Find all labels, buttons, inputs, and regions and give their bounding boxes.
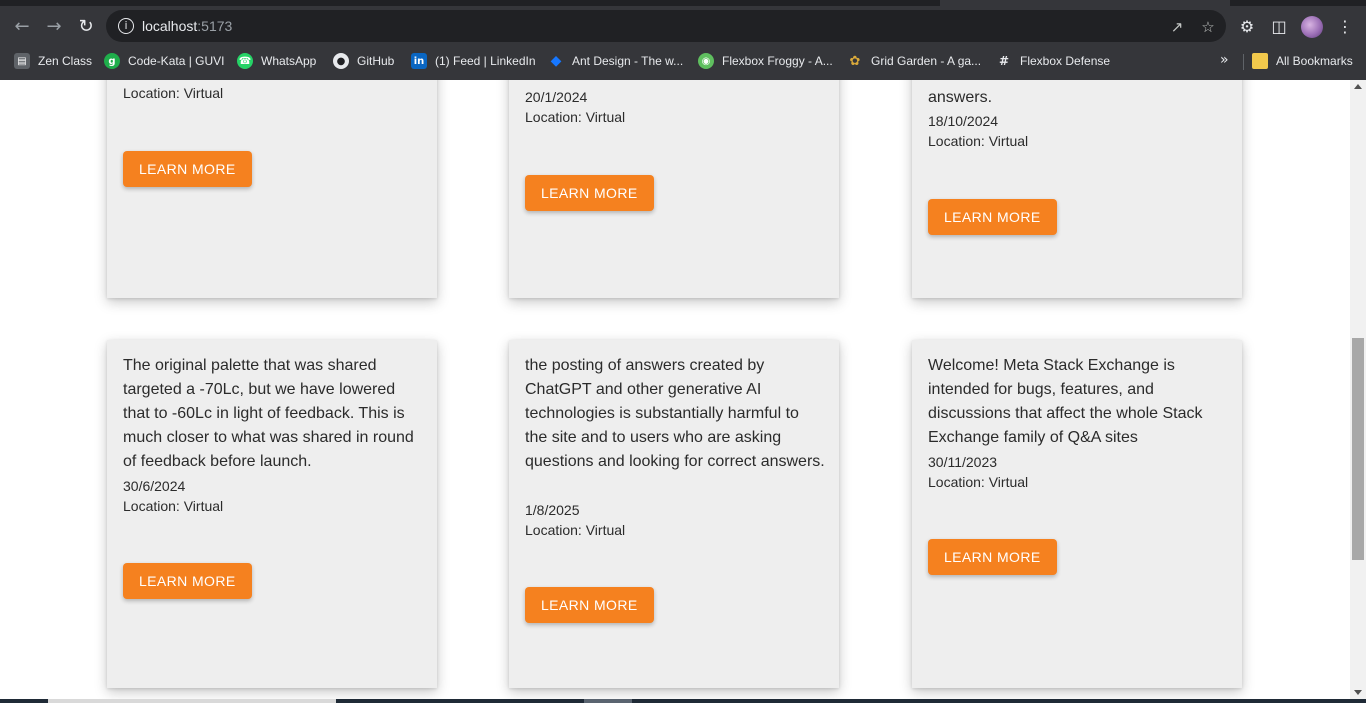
- event-location: Location: Virtual: [525, 109, 626, 125]
- event-date: 30/6/2024: [123, 478, 186, 494]
- side-panel-icon[interactable]: ◫: [1268, 16, 1290, 38]
- whatsapp-icon: ☎: [237, 53, 253, 69]
- learn-more-button[interactable]: LEARN MORE: [928, 539, 1057, 575]
- event-location: Location: Virtual: [123, 85, 224, 101]
- linkedin-icon: in: [411, 53, 427, 69]
- site-info-icon[interactable]: i: [118, 18, 134, 34]
- event-description: Welcome! Meta Stack Exchange is intended…: [928, 357, 1203, 446]
- bookmark-label: Ant Design - The w...: [572, 54, 684, 68]
- event-card: Location: Virtual LEARN MORE: [107, 80, 437, 298]
- ant-design-icon: ◆: [550, 53, 562, 69]
- event-location: Location: Virtual: [525, 522, 626, 538]
- learn-more-button[interactable]: LEARN MORE: [525, 175, 654, 211]
- guvi-icon: g: [104, 53, 120, 69]
- all-bookmarks-folder[interactable]: All Bookmarks: [1252, 46, 1353, 76]
- event-card: The original palette that was shared tar…: [107, 340, 437, 688]
- event-description: answers.: [928, 89, 993, 106]
- learn-more-button[interactable]: LEARN MORE: [123, 151, 252, 187]
- all-bookmarks-label: All Bookmarks: [1276, 54, 1353, 68]
- bookmark-label: Flexbox Froggy - A...: [722, 54, 833, 68]
- event-location: Location: Virtual: [123, 498, 224, 514]
- bookmark-label: GitHub: [357, 54, 395, 68]
- bookmarks-bar: ▤ Zen Class g Code-Kata | GUVI ☎ WhatsAp…: [0, 46, 1366, 80]
- bookmark-whatsapp[interactable]: ☎ WhatsApp: [237, 46, 316, 76]
- browser-toolbar: ← → ↻ i localhost:5173 ↗ ☆ ⚙ ◫ ⋮: [0, 6, 1366, 46]
- bookmark-code-kata[interactable]: g Code-Kata | GUVI: [104, 46, 225, 76]
- zen-class-icon: ▤: [14, 53, 30, 69]
- event-date: 30/11/2023: [928, 454, 998, 470]
- page-scrollbar[interactable]: [1350, 80, 1366, 699]
- taskbar-edge: [0, 699, 1366, 703]
- froggy-icon: ◉: [698, 53, 714, 69]
- bookmark-label: Zen Class: [38, 54, 93, 68]
- event-card: the posting of answers created by ChatGP…: [509, 340, 839, 688]
- event-date: 20/1/2024: [525, 89, 588, 105]
- url-text[interactable]: localhost:5173: [142, 18, 232, 34]
- folder-icon: [1252, 53, 1268, 69]
- learn-more-button[interactable]: LEARN MORE: [123, 563, 252, 599]
- event-card: answers. 18/10/2024 Location: Virtual LE…: [912, 80, 1242, 298]
- share-icon[interactable]: ↗: [1166, 16, 1188, 38]
- event-location: Location: Virtual: [928, 474, 1029, 490]
- github-icon: ●: [333, 53, 349, 69]
- bookmark-zen-class[interactable]: ▤ Zen Class: [14, 46, 92, 76]
- bookmarks-divider: [1243, 54, 1244, 70]
- event-location: Location: Virtual: [928, 133, 1029, 149]
- bookmark-label: Grid Garden - A ga...: [871, 54, 982, 68]
- bookmark-flexbox-froggy[interactable]: ◉ Flexbox Froggy - A...: [698, 46, 833, 76]
- scroll-down-arrow-icon[interactable]: [1354, 690, 1362, 695]
- event-description: the posting of answers created by ChatGP…: [525, 357, 825, 470]
- address-bar[interactable]: i localhost:5173 ↗ ☆: [106, 10, 1226, 42]
- scroll-up-arrow-icon[interactable]: [1354, 84, 1362, 89]
- bookmark-label: (1) Feed | LinkedIn: [435, 54, 536, 68]
- bookmark-linkedin[interactable]: in (1) Feed | LinkedIn: [411, 46, 536, 76]
- forward-arrow-icon[interactable]: →: [40, 12, 68, 40]
- event-description: The original palette that was shared tar…: [123, 357, 414, 470]
- taskbar-segment: [584, 699, 632, 703]
- learn-more-button[interactable]: LEARN MORE: [525, 587, 654, 623]
- event-date: 1/8/2025: [525, 502, 580, 518]
- bookmark-label: Code-Kata | GUVI: [128, 54, 225, 68]
- bookmark-label: WhatsApp: [261, 54, 317, 68]
- bookmark-flexbox-defense[interactable]: # Flexbox Defense: [996, 46, 1110, 76]
- bookmark-ant-design[interactable]: ◆ Ant Design - The w...: [548, 46, 684, 76]
- bookmark-star-icon[interactable]: ☆: [1197, 16, 1219, 38]
- event-date: 18/10/2024: [928, 113, 999, 129]
- event-card: 20/1/2024 Location: Virtual LEARN MORE: [509, 80, 839, 298]
- event-card: Welcome! Meta Stack Exchange is intended…: [912, 340, 1242, 688]
- learn-more-button[interactable]: LEARN MORE: [928, 199, 1057, 235]
- scrollbar-thumb[interactable]: [1352, 338, 1364, 560]
- page-viewport: Location: Virtual LEARN MORE 20/1/2024 L…: [0, 80, 1350, 699]
- taskbar-segment: [48, 699, 336, 703]
- more-bookmarks-icon[interactable]: »: [1220, 52, 1229, 68]
- menu-kebab-icon[interactable]: ⋮: [1334, 16, 1356, 38]
- back-arrow-icon[interactable]: ←: [8, 12, 36, 40]
- bookmark-label: Flexbox Defense: [1020, 54, 1111, 68]
- grid-garden-icon: ✿: [849, 53, 861, 69]
- flexbox-defense-icon: #: [998, 54, 1010, 68]
- bookmark-grid-garden[interactable]: ✿ Grid Garden - A ga...: [847, 46, 982, 76]
- extensions-icon[interactable]: ⚙: [1236, 16, 1258, 38]
- profile-avatar[interactable]: [1301, 16, 1323, 38]
- bookmark-github[interactable]: ● GitHub: [333, 46, 394, 76]
- reload-icon[interactable]: ↻: [72, 12, 100, 40]
